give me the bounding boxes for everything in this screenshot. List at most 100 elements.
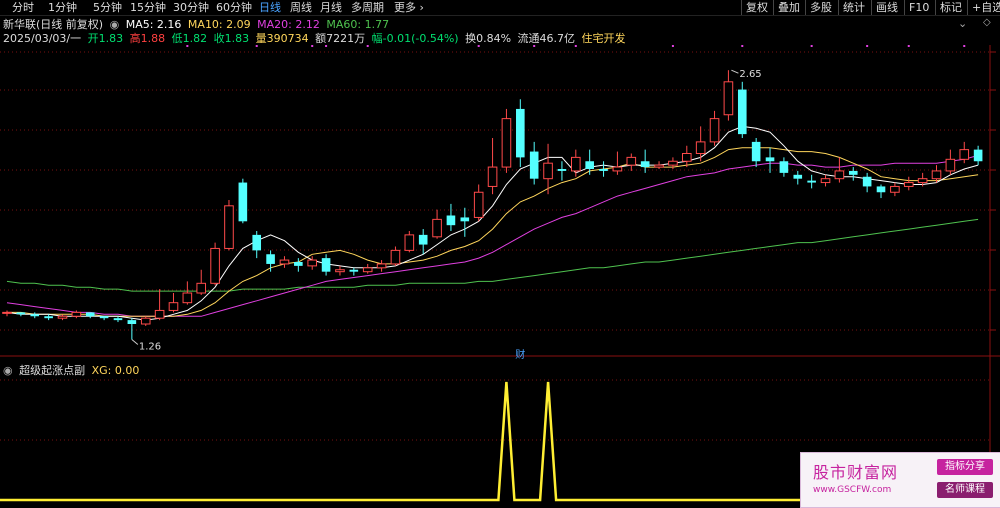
candle-body-up <box>820 178 831 184</box>
candle-body-down <box>585 161 594 169</box>
candle-body-down <box>876 186 886 193</box>
sub-chart-header: ◉ 超级起涨点副 XG: 0.00 <box>3 363 142 378</box>
event-dot <box>907 45 910 47</box>
candle-body-down <box>848 170 858 175</box>
candle-body-down <box>44 316 53 319</box>
candle-body-down <box>418 234 428 245</box>
event-dot <box>186 45 189 47</box>
candle-body-down <box>16 312 26 315</box>
candle-body-up <box>487 166 498 187</box>
candle-body-down <box>113 318 123 321</box>
event-dot <box>477 45 480 47</box>
candle-body-up <box>335 269 345 273</box>
candle-body-up <box>196 282 207 294</box>
candle-body-up <box>140 317 151 325</box>
candle-body-down <box>127 320 137 324</box>
candle-body-down <box>751 141 761 162</box>
event-dot <box>741 45 744 47</box>
candle-body-up <box>71 311 82 317</box>
candle-body-up <box>654 164 664 168</box>
candle-body-up <box>945 158 956 172</box>
event-dot <box>533 45 536 47</box>
indicator-value: XG: 0.00 <box>91 364 140 377</box>
candle-body-down <box>30 314 40 317</box>
candle-body-up <box>668 160 678 166</box>
candle-body-up <box>390 249 401 265</box>
candle-body-down <box>973 149 983 162</box>
candle-body-down <box>529 151 539 179</box>
watermark-title: 股市财富网 <box>813 463 899 482</box>
event-dot <box>311 45 314 47</box>
candle-body-down <box>765 157 775 162</box>
event-dot <box>963 45 966 47</box>
event-dot <box>325 45 328 47</box>
watermark-badge: 股市财富网 www.GSCFW.com 指标分享 名师课程 <box>800 452 1000 508</box>
candle-body-down <box>640 161 650 168</box>
candle-body-up <box>931 170 942 180</box>
candle-body-down <box>779 161 789 173</box>
candle-body-up <box>154 309 165 319</box>
high-label-pointer <box>731 69 739 74</box>
watermark-tag-course: 名师课程 <box>937 482 993 498</box>
candle-body-up <box>307 259 318 267</box>
candle-body-up <box>543 162 553 180</box>
candle-body-up <box>224 205 234 249</box>
candle-body-down <box>460 217 470 222</box>
candle-body-up <box>834 170 845 180</box>
candle-body-up <box>917 178 928 184</box>
indicator-title: 超级起涨点副 <box>19 364 86 377</box>
candle-body-up <box>279 259 290 265</box>
candle-body-up <box>695 141 706 154</box>
candle-body-up <box>501 118 512 168</box>
candle-body-up <box>723 81 734 116</box>
low-price-label: 1.26 <box>139 342 161 353</box>
ma60-line <box>6 218 979 292</box>
candle-body-down <box>599 169 608 171</box>
candle-body-up <box>404 234 415 251</box>
candle-body-down <box>85 312 95 317</box>
event-dot <box>574 45 577 47</box>
high-price-label: 2.65 <box>739 69 761 80</box>
watermark-tag-share: 指标分享 <box>937 459 993 475</box>
candle-body-up <box>709 118 720 143</box>
candle-body-down <box>516 108 525 158</box>
candle-body-down <box>793 174 803 179</box>
candle-body-down <box>321 258 331 272</box>
watermark-url: www.GSCFW.com <box>813 485 892 495</box>
candle-body-down <box>737 89 747 135</box>
candle-body-down <box>238 182 248 222</box>
candle-body-up <box>571 156 581 172</box>
candle-body-down <box>99 316 109 319</box>
finance-event-marker: 财 <box>515 348 525 361</box>
candle-body-up <box>362 267 373 273</box>
candle-body-up <box>182 292 193 304</box>
candle-body-up <box>432 218 442 238</box>
candle-body-up <box>903 182 914 187</box>
candle-body-down <box>862 176 872 187</box>
candle-body-down <box>294 262 303 266</box>
candle-body-up <box>2 311 12 314</box>
event-dot <box>671 45 674 47</box>
candle-body-up <box>57 315 68 319</box>
event-dot <box>866 45 869 47</box>
candle-body-down <box>252 234 262 251</box>
candle-body-up <box>168 302 179 311</box>
candle-body-up <box>959 149 970 160</box>
candle-body-up <box>612 166 623 172</box>
candle-body-up <box>626 156 637 166</box>
candle-body-down <box>807 180 816 183</box>
candle-body-down <box>349 269 359 272</box>
candle-body-up <box>210 247 220 284</box>
candle-body-down <box>557 169 567 171</box>
candle-body-up <box>890 185 900 193</box>
candle-body-down <box>446 215 456 226</box>
event-dot <box>810 45 813 47</box>
candle-body-up <box>681 153 692 162</box>
kline-chart[interactable]: 2.65 1.26 财 <box>0 0 1000 506</box>
candle-body-up <box>473 191 484 218</box>
low-label-pointer <box>131 339 139 345</box>
event-dot <box>255 45 258 47</box>
indicator-menu-icon[interactable]: ◉ <box>3 364 13 377</box>
candle-body-up <box>376 263 387 269</box>
candle-body-down <box>266 254 275 264</box>
